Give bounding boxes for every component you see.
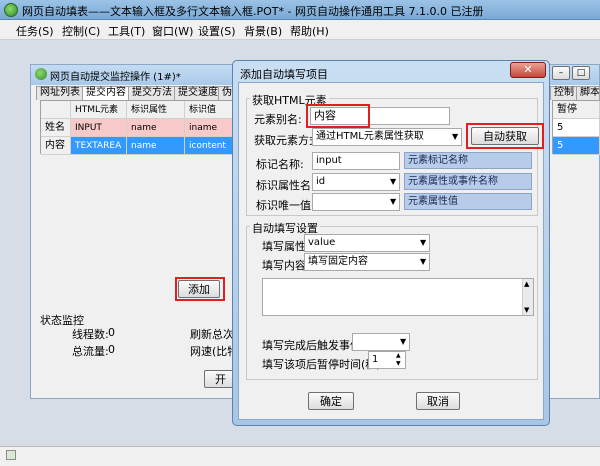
dialog-title: 添加自动填写项目 — [240, 68, 328, 81]
window-icon — [35, 68, 47, 80]
menu-control[interactable]: 控制(C) — [62, 23, 100, 39]
monitor-window-title: 网页自动提交监控操作 (1#)* — [50, 72, 181, 83]
alias-label: 元素别名: — [254, 113, 302, 126]
grid-header-value: 标识值 — [185, 101, 239, 119]
tab-submit-speed[interactable]: 提交速度 — [174, 86, 222, 100]
pause-value-2[interactable]: 5 — [553, 137, 600, 155]
fill-attr-label: 填写属性: — [262, 240, 310, 253]
fill-attr-select[interactable]: value — [304, 234, 430, 252]
attr-select[interactable]: id — [312, 173, 400, 191]
menu-window[interactable]: 窗口(W) — [152, 23, 193, 39]
threads-value: 0 — [108, 326, 115, 339]
grid-header-attr: 标识属性 — [127, 101, 185, 119]
status-bar — [0, 446, 600, 466]
minimize-button[interactable]: – — [552, 66, 570, 80]
refresh-label: 刷新总次数 — [190, 328, 232, 341]
row1-element[interactable]: INPUT — [71, 119, 127, 137]
menu-help[interactable]: 帮助(H) — [290, 23, 329, 39]
cancel-button[interactable]: 取消 — [416, 392, 460, 410]
spinner-arrows-icon[interactable]: ▲ ▼ — [396, 352, 401, 368]
chevron-down-icon: ▼ — [452, 132, 459, 141]
fill-content-select[interactable]: 填写固定内容 — [304, 253, 430, 271]
maximize-button[interactable]: □ — [572, 66, 590, 80]
tag-label: 标记名称: — [256, 158, 304, 171]
scroll-up-icon[interactable]: ▲ — [524, 280, 529, 288]
row1-name[interactable]: 姓名 — [41, 119, 71, 137]
threads-label: 线程数: — [72, 328, 109, 341]
attr-select-value: id — [316, 176, 326, 187]
chevron-down-icon: ▼ — [390, 177, 397, 186]
app-logo-icon — [4, 3, 18, 17]
unique-select[interactable] — [312, 193, 400, 211]
fill-content-textarea[interactable] — [262, 278, 534, 316]
row1-attr[interactable]: name — [127, 119, 185, 137]
menu-settings[interactable]: 设置(S) — [198, 23, 236, 39]
row2-value[interactable]: icontent — [185, 137, 239, 155]
tab-control[interactable]: 控制 — [550, 86, 578, 100]
fill-attr-select-value: value — [308, 237, 336, 248]
menu-background[interactable]: 背景(B) — [244, 23, 282, 39]
unique-hint: 元素属性值 — [404, 193, 532, 210]
dialog-close-button[interactable]: ✕ — [510, 62, 546, 78]
ok-button[interactable]: 确定 — [308, 392, 354, 410]
menu-task[interactable]: 任务(S) — [16, 23, 54, 39]
speed-label: 网速(比特 — [190, 345, 232, 358]
method-select-value: 通过HTML元素属性获取 — [316, 131, 424, 142]
status-indicator-icon — [6, 450, 16, 460]
chevron-down-icon: ▼ — [420, 257, 427, 266]
alias-highlight — [306, 104, 370, 128]
tag-hint: 元素标记名称 — [404, 152, 532, 169]
tag-input[interactable]: input — [312, 152, 400, 170]
fill-content-select-value: 填写固定内容 — [308, 256, 368, 267]
chevron-down-icon: ▼ — [400, 337, 407, 346]
trigger-label: 填写完成后触发事件 — [262, 339, 361, 352]
attr-label: 标识属性名: — [256, 179, 315, 192]
grid-header-element: HTML元素 — [71, 101, 127, 119]
tab-url-list[interactable]: 网址列表 — [36, 86, 84, 100]
traffic-value: 0 — [108, 343, 115, 356]
attr-hint: 元素属性或事件名称 — [404, 173, 532, 190]
method-select[interactable]: 通过HTML元素属性获取 — [312, 128, 462, 146]
tab-script[interactable]: 脚本 — [576, 86, 600, 100]
row2-element[interactable]: TEXTAREA — [71, 137, 127, 155]
add-button-highlight — [175, 277, 225, 301]
grid-corner — [41, 101, 71, 119]
chevron-down-icon: ▼ — [390, 197, 397, 206]
start-button[interactable]: 开始 — [204, 370, 234, 388]
menu-tools[interactable]: 工具(T) — [108, 23, 145, 39]
tab-submit-method[interactable]: 提交方法 — [128, 86, 176, 100]
traffic-label: 总流量: — [72, 345, 109, 358]
row2-attr[interactable]: name — [127, 137, 185, 155]
row2-name[interactable]: 内容 — [41, 137, 71, 155]
app-title: 网页自动填表——文本输入框及多行文本输入框.POT* - 网页自动操作通用工具 … — [22, 5, 484, 18]
fill-content-label: 填写内容: — [262, 259, 310, 272]
pause-label: 填写该项后暂停时间(秒) — [262, 358, 381, 371]
unique-label: 标识唯一值: — [256, 199, 315, 212]
chevron-down-icon: ▼ — [420, 238, 427, 247]
pause-header: 暂停 — [553, 101, 600, 119]
pause-value-1[interactable]: 5 — [553, 119, 600, 137]
method-label: 获取元素方式 — [254, 134, 320, 147]
row1-value[interactable]: iname — [185, 119, 239, 137]
auto-get-highlight — [466, 123, 544, 149]
scroll-down-icon[interactable]: ▼ — [524, 306, 529, 314]
tab-submit-content[interactable]: 提交内容 — [82, 86, 130, 101]
